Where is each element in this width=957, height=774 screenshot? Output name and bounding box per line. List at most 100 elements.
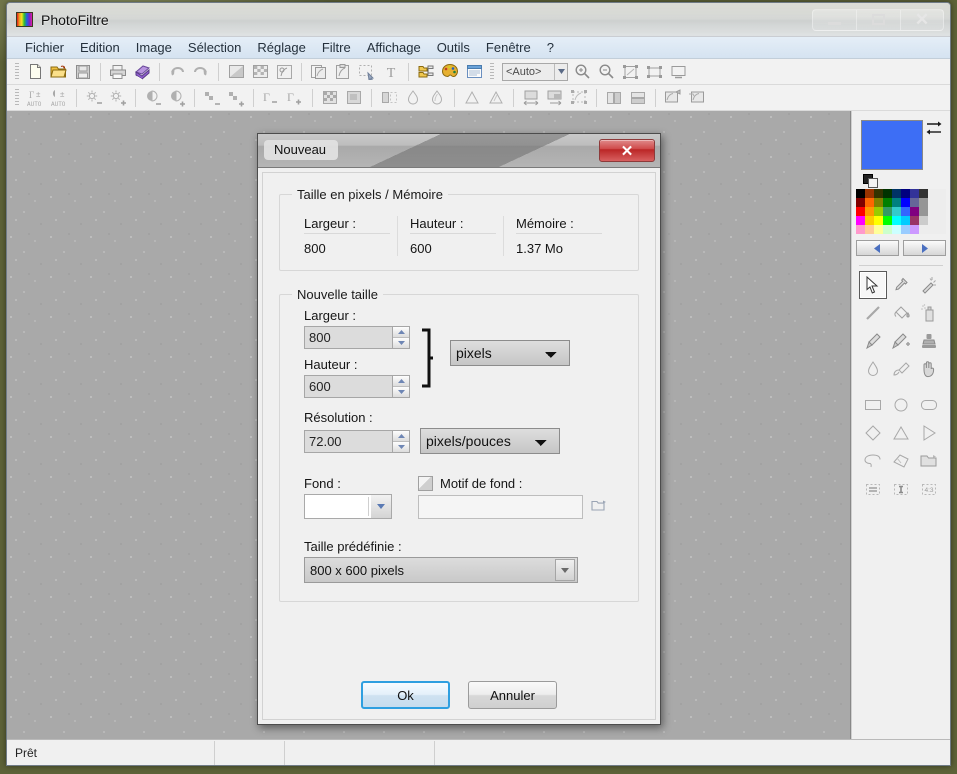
contrast-up-icon[interactable]	[165, 87, 189, 109]
default-colors-icon[interactable]	[863, 174, 881, 188]
palette-swatch[interactable]	[901, 216, 910, 225]
palette-swatch[interactable]	[910, 216, 919, 225]
noise-up-icon[interactable]	[484, 87, 508, 109]
palette-swatch[interactable]	[937, 216, 946, 225]
zoom-out-icon[interactable]	[594, 61, 618, 83]
blur-drop-tool[interactable]	[859, 355, 887, 383]
width-spin-up-icon[interactable]	[393, 327, 409, 338]
menu-outils[interactable]: Outils	[429, 38, 478, 57]
scanner-icon[interactable]	[130, 61, 154, 83]
redo-icon[interactable]	[189, 61, 213, 83]
paint-bucket-tool[interactable]	[887, 299, 915, 327]
palette-swatch[interactable]	[928, 225, 937, 234]
print-icon[interactable]	[106, 61, 130, 83]
pattern-checkbox[interactable]	[418, 476, 433, 491]
pattern-checkbox-row[interactable]: Motif de fond :	[418, 476, 626, 491]
palette-prev-button[interactable]	[856, 240, 899, 256]
unit-select[interactable]: pixelspourcentagecmmmpouces	[450, 340, 570, 366]
open-folder-icon[interactable]	[47, 61, 71, 83]
fit-screen-icon[interactable]	[618, 61, 642, 83]
palette-swatch[interactable]	[883, 225, 892, 234]
advanced-brush-tool[interactable]	[887, 327, 915, 355]
palette-swatch[interactable]	[910, 207, 919, 216]
browse-folder-icon[interactable]	[591, 498, 608, 516]
palette-swatch[interactable]	[883, 198, 892, 207]
resolution-spin-down-icon[interactable]	[393, 441, 409, 452]
minimize-button[interactable]	[812, 8, 856, 31]
palette-swatch[interactable]	[901, 207, 910, 216]
ok-button[interactable]: Ok	[361, 681, 450, 709]
selection-rect-icon[interactable]	[355, 61, 379, 83]
palette-swatch[interactable]	[865, 207, 874, 216]
chevron-down-icon[interactable]	[371, 495, 391, 518]
menu-fenetre[interactable]: Fenêtre	[478, 38, 539, 57]
width-spin-buttons[interactable]	[392, 327, 409, 348]
palette-swatch[interactable]	[883, 189, 892, 198]
pattern-path-input[interactable]	[418, 495, 583, 519]
palette-swatch[interactable]	[928, 189, 937, 198]
palette-swatch[interactable]	[874, 189, 883, 198]
diamond-shape[interactable]	[859, 419, 887, 447]
palette-swatch[interactable]	[883, 207, 892, 216]
height-spin-up-icon[interactable]	[393, 376, 409, 387]
hand-pan-tool[interactable]	[915, 355, 943, 383]
brightness-down-icon[interactable]	[82, 87, 106, 109]
palette-swatch[interactable]	[937, 207, 946, 216]
color-palette[interactable]	[856, 189, 946, 234]
palette-swatch[interactable]	[874, 216, 883, 225]
resize-canvas-icon[interactable]	[543, 87, 567, 109]
palette-swatch[interactable]	[883, 216, 892, 225]
height-spinner[interactable]	[304, 375, 410, 398]
palette-swatch[interactable]	[910, 189, 919, 198]
auto-contrast-icon[interactable]: ± AUTO	[47, 87, 71, 109]
fullscreen-icon[interactable]	[666, 61, 690, 83]
palette-icon[interactable]	[438, 61, 462, 83]
palette-swatch[interactable]	[910, 225, 919, 234]
chevron-down-icon[interactable]	[555, 559, 575, 581]
smudge-tool[interactable]	[887, 355, 915, 383]
vertical-bar-shape[interactable]	[887, 475, 915, 503]
undo-icon[interactable]	[165, 61, 189, 83]
foreground-color-swatch[interactable]	[861, 120, 923, 170]
palette-swatch[interactable]	[874, 207, 883, 216]
aspect-ratio-4-3-shape[interactable]: 4:3	[915, 475, 943, 503]
height-input[interactable]	[305, 376, 392, 397]
transform-icon[interactable]	[567, 87, 591, 109]
batch-convert-icon[interactable]	[685, 87, 709, 109]
palette-swatch[interactable]	[937, 198, 946, 207]
palette-swatch[interactable]	[892, 225, 901, 234]
paintbrush-tool[interactable]	[859, 327, 887, 355]
height-spin-down-icon[interactable]	[393, 387, 409, 397]
saturation-up-icon[interactable]	[224, 87, 248, 109]
posterize-icon[interactable]	[342, 87, 366, 109]
resolution-spinner[interactable]	[304, 429, 410, 453]
gradient-icon[interactable]	[224, 61, 248, 83]
text-tool-icon[interactable]: T	[379, 61, 403, 83]
palette-swatch[interactable]	[865, 189, 874, 198]
noise-down-icon[interactable]	[460, 87, 484, 109]
flip-horizontal-icon[interactable]	[602, 87, 626, 109]
spray-can-tool[interactable]	[915, 299, 943, 327]
close-button[interactable]: ✕	[900, 8, 944, 31]
palette-swatch[interactable]	[919, 225, 928, 234]
toolbar-grip-2[interactable]	[490, 62, 494, 81]
palette-swatch[interactable]	[901, 198, 910, 207]
palette-swatch[interactable]	[910, 198, 919, 207]
window-icon[interactable]	[462, 61, 486, 83]
brightness-up-icon[interactable]	[106, 87, 130, 109]
pointer-select-tool[interactable]	[859, 271, 887, 299]
menu-edition[interactable]: Edition	[72, 38, 128, 57]
polygon-shape[interactable]	[887, 447, 915, 475]
palette-swatch[interactable]	[928, 216, 937, 225]
mirror-icon[interactable]	[377, 87, 401, 109]
menu-fichier[interactable]: Fichier	[17, 38, 72, 57]
line-tool[interactable]	[859, 299, 887, 327]
palette-swatch[interactable]	[919, 198, 928, 207]
palette-swatch[interactable]	[919, 216, 928, 225]
toolbar2-grip[interactable]	[15, 88, 19, 107]
palette-swatch[interactable]	[856, 216, 865, 225]
palette-swatch[interactable]	[919, 189, 928, 198]
eyedropper-tool[interactable]	[887, 271, 915, 299]
lasso-shape[interactable]	[859, 447, 887, 475]
resolution-spin-up-icon[interactable]	[393, 430, 409, 442]
